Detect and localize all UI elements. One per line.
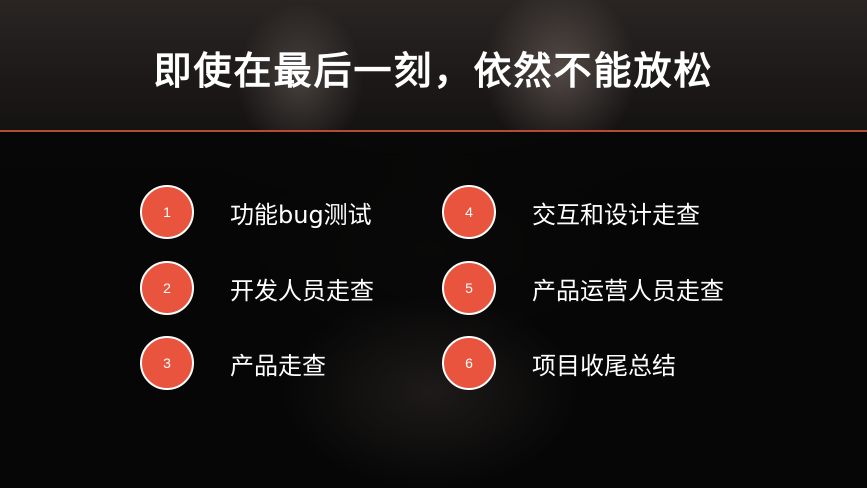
item-label: 功能bug测试 xyxy=(230,200,372,229)
number-badge: 3 xyxy=(140,336,194,390)
item-label: 交互和设计走查 xyxy=(532,200,700,229)
list-item: 3 产品走查 xyxy=(140,335,326,391)
number-badge: 1 xyxy=(140,185,194,239)
slide: 即使在最后一刻，依然不能放松 1 功能bug测试 2 开发人员走查 3 产品走查… xyxy=(0,0,867,488)
item-label: 产品运营人员走查 xyxy=(532,276,724,305)
list-item: 4 交互和设计走查 xyxy=(442,184,700,240)
number-badge: 2 xyxy=(140,261,194,315)
header-divider xyxy=(0,130,867,132)
item-label: 开发人员走查 xyxy=(230,276,374,305)
number-badge: 6 xyxy=(442,336,496,390)
number-badge: 4 xyxy=(442,185,496,239)
item-label: 产品走查 xyxy=(230,351,326,380)
list-item: 2 开发人员走查 xyxy=(140,260,374,316)
item-label: 项目收尾总结 xyxy=(532,351,676,380)
slide-title: 即使在最后一刻，依然不能放松 xyxy=(153,49,714,93)
list-item: 1 功能bug测试 xyxy=(140,184,372,240)
list-item: 6 项目收尾总结 xyxy=(442,335,676,391)
content-panel xyxy=(0,132,867,488)
list-item: 5 产品运营人员走查 xyxy=(442,260,724,316)
number-badge: 5 xyxy=(442,261,496,315)
